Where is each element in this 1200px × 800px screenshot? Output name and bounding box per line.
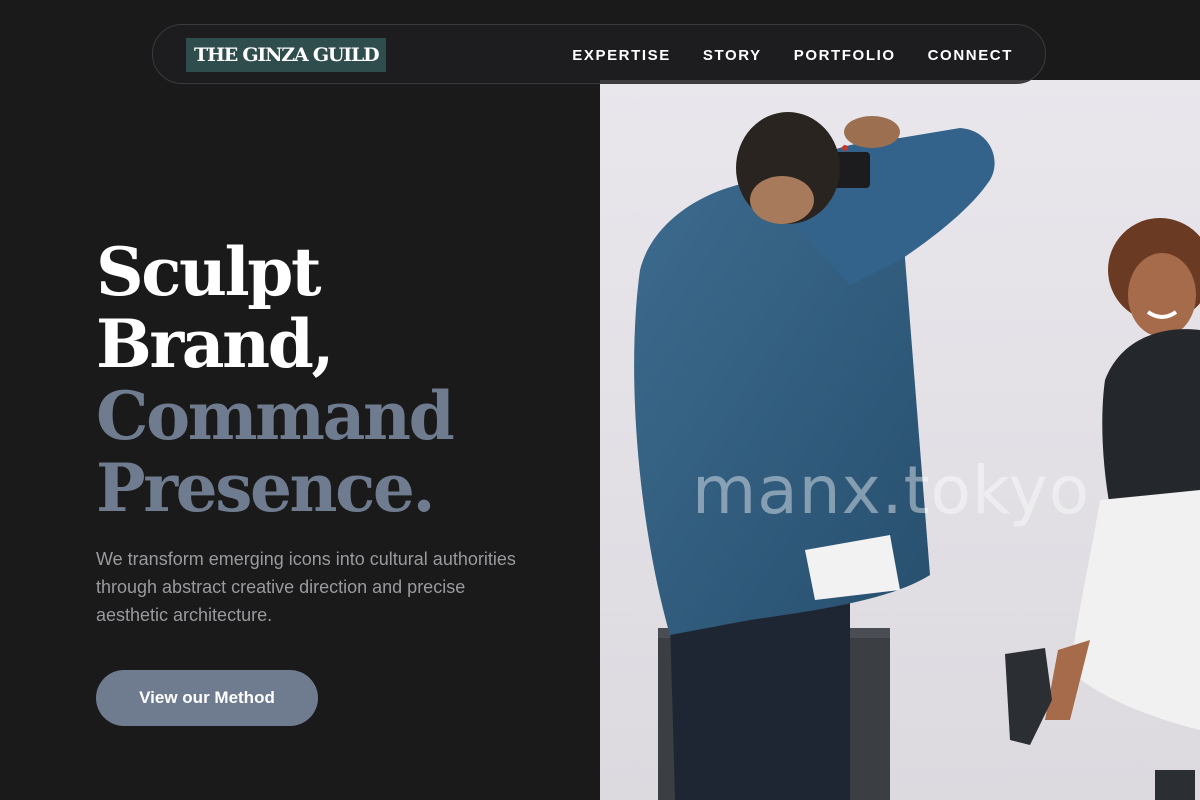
top-nav: THE GINZA GUILD EXPERTISE STORY PORTFOLI… — [152, 24, 1046, 84]
hero-headline: Sculpt Brand, Command Presence. — [96, 233, 455, 527]
nav-link-connect[interactable]: CONNECT — [928, 47, 1013, 64]
view-method-button[interactable]: View our Method — [96, 670, 318, 726]
headline-line-1: Sculpt — [96, 233, 322, 311]
hero-subtext: We transform emerging icons into cultura… — [96, 549, 516, 625]
nav-link-story[interactable]: STORY — [703, 47, 762, 64]
hero-photo: manx.tokyo — [600, 80, 1200, 800]
nav-links: EXPERTISE STORY PORTFOLIO CONNECT — [572, 25, 1013, 85]
headline-line-4: Presence. — [96, 449, 435, 527]
headline-line-2: Brand, — [96, 305, 334, 383]
nav-link-expertise[interactable]: EXPERTISE — [572, 47, 671, 64]
headline-line-3: Command — [96, 377, 455, 455]
nav-link-portfolio[interactable]: PORTFOLIO — [794, 47, 896, 64]
photo-illustration — [600, 80, 1200, 800]
brand-logo[interactable]: THE GINZA GUILD — [186, 38, 387, 72]
photo-watermark: manx.tokyo — [692, 452, 1091, 529]
